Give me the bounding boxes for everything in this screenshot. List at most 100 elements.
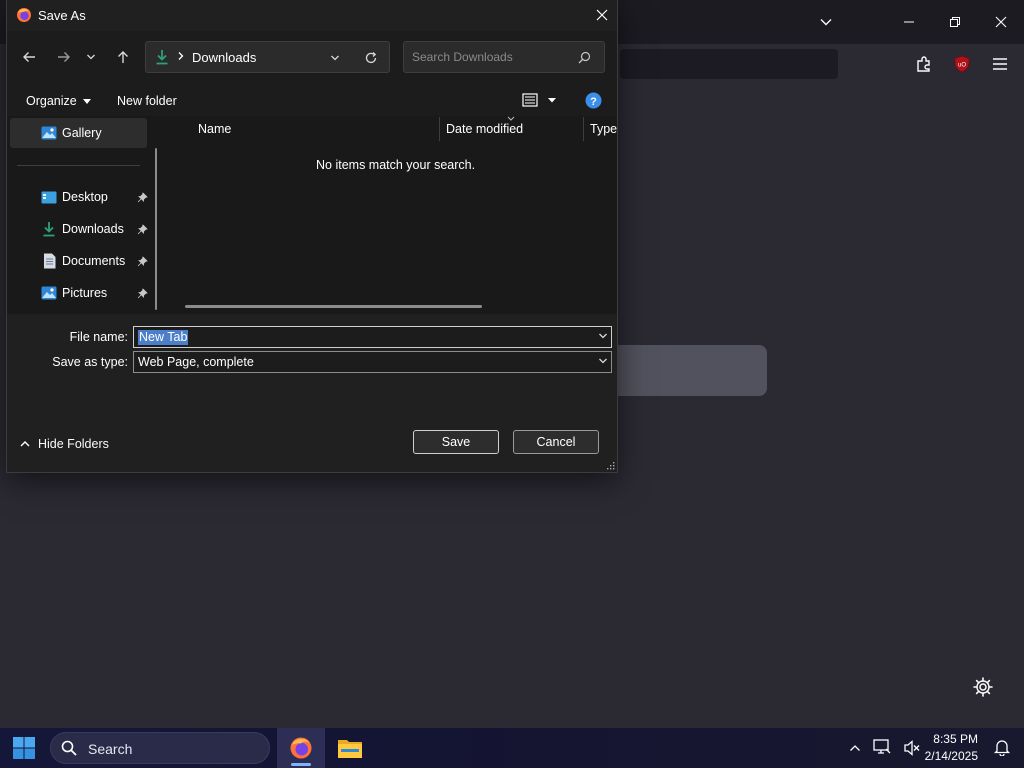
arrow-left-icon	[23, 52, 35, 62]
svg-text:?: ?	[590, 96, 597, 108]
close-icon	[995, 16, 1007, 28]
clock-date: 2/14/2025	[924, 749, 978, 763]
desktop-icon	[40, 188, 58, 206]
help-button[interactable]: ?	[585, 92, 602, 109]
column-header-date-modified[interactable]: Date modified	[446, 122, 523, 136]
forward-button[interactable]	[49, 42, 79, 72]
sidebar-item-downloads[interactable]: Downloads	[10, 214, 148, 244]
save-as-dialog: Save As Downloads Search Downloads Organ…	[7, 0, 617, 472]
sort-indicator-icon	[507, 116, 515, 121]
chevron-up-icon	[20, 441, 30, 447]
start-button[interactable]	[8, 732, 40, 764]
clock-time: 8:35 PM	[933, 732, 978, 746]
taskbar-search[interactable]: Search	[50, 732, 270, 764]
sidebar-scrollbar[interactable]	[155, 148, 157, 310]
clock[interactable]: 8:35 PM 2/14/2025	[916, 732, 978, 763]
pictures-icon	[40, 284, 58, 302]
column-divider[interactable]	[583, 117, 584, 141]
close-browser-button[interactable]	[978, 0, 1024, 44]
file-name-input[interactable]: New Tab	[133, 326, 612, 348]
minimize-button[interactable]	[886, 0, 932, 44]
caret-down-icon	[83, 98, 92, 104]
extensions-button[interactable]	[908, 48, 940, 80]
pin-icon	[137, 191, 148, 202]
recent-locations-button[interactable]	[80, 42, 102, 72]
search-icon	[578, 51, 591, 64]
up-button[interactable]	[108, 42, 138, 72]
sidebar-item-label: Desktop	[62, 190, 108, 204]
organize-label: Organize	[26, 94, 77, 108]
taskbar-firefox[interactable]	[277, 728, 325, 768]
sidebar-item-label: Gallery	[62, 126, 102, 140]
pin-icon	[137, 287, 148, 298]
sidebar-item-pictures[interactable]: Pictures	[10, 278, 148, 308]
download-icon	[40, 220, 58, 238]
restore-button[interactable]	[932, 0, 978, 44]
puzzle-icon	[917, 56, 930, 72]
chevron-down-icon	[820, 19, 832, 26]
sidebar-item-gallery[interactable]: Gallery	[10, 118, 147, 148]
help-icon: ?	[585, 92, 602, 109]
refresh-button[interactable]	[364, 51, 378, 65]
file-list	[165, 116, 617, 314]
bell-icon	[993, 740, 1011, 756]
active-indicator	[291, 763, 311, 766]
hide-folders-button[interactable]: Hide Folders	[19, 437, 109, 451]
cancel-button[interactable]: Cancel	[513, 430, 599, 454]
taskbar-file-explorer[interactable]	[326, 728, 374, 768]
refresh-icon	[365, 52, 377, 64]
svg-text:uO: uO	[958, 63, 966, 69]
save-button[interactable]: Save	[413, 430, 499, 454]
column-header-name[interactable]: Name	[198, 122, 231, 136]
download-icon	[155, 49, 169, 65]
save-as-type-label: Save as type:	[52, 355, 128, 369]
folder-icon	[338, 740, 362, 758]
new-folder-button[interactable]: New folder	[117, 94, 177, 108]
firefox-icon	[17, 8, 31, 22]
breadcrumb-downloads[interactable]: Downloads	[192, 50, 256, 65]
new-tab-settings-button[interactable]	[972, 676, 994, 698]
ublock-shield-icon: uO	[954, 55, 970, 73]
pin-icon	[137, 255, 148, 266]
notifications-button[interactable]	[993, 738, 1011, 756]
restore-icon	[950, 17, 960, 27]
sidebar-item-label: Pictures	[62, 286, 108, 300]
chevron-up-icon	[850, 745, 860, 751]
search-icon	[61, 740, 77, 756]
documents-icon	[40, 252, 58, 270]
app-menu-button[interactable]	[984, 48, 1016, 80]
column-header-type[interactable]: Type	[590, 122, 617, 136]
address-history-button[interactable]	[330, 53, 340, 63]
file-name-value: New Tab	[138, 330, 189, 345]
ublock-button[interactable]: uO	[946, 48, 978, 80]
url-bar[interactable]	[620, 49, 838, 79]
show-hidden-icons-button[interactable]	[846, 738, 864, 758]
save-as-type-select[interactable]: Web Page, complete	[133, 351, 612, 373]
pin-icon	[137, 223, 148, 234]
back-button[interactable]	[14, 42, 44, 72]
sidebar-item-desktop[interactable]: Desktop	[10, 182, 148, 212]
resize-grip[interactable]	[606, 461, 615, 470]
gallery-icon	[40, 124, 58, 142]
dialog-close-button[interactable]	[589, 2, 615, 28]
arrow-right-icon	[58, 52, 70, 62]
chevron-down-icon	[599, 333, 607, 339]
windows-logo-icon	[13, 737, 35, 759]
dialog-titlebar[interactable]: Save As	[7, 0, 617, 31]
sidebar-item-documents[interactable]: Documents	[10, 246, 148, 276]
resize-grip-icon	[607, 462, 615, 470]
search-input[interactable]: Search Downloads	[403, 41, 605, 73]
arrow-up-icon	[118, 51, 128, 63]
change-view-button[interactable]	[522, 93, 558, 107]
details-view-icon	[522, 93, 556, 107]
file-list-scrollbar[interactable]	[185, 305, 482, 308]
file-name-label: File name:	[69, 330, 128, 344]
address-bar[interactable]: Downloads	[145, 41, 390, 73]
network-icon	[873, 739, 891, 754]
network-button[interactable]	[873, 738, 891, 756]
chevron-down-icon	[331, 55, 339, 61]
list-all-tabs-button[interactable]	[803, 0, 849, 44]
save-as-type-value: Web Page, complete	[138, 355, 254, 369]
column-divider[interactable]	[439, 117, 440, 141]
organize-button[interactable]: Organize	[26, 94, 92, 108]
